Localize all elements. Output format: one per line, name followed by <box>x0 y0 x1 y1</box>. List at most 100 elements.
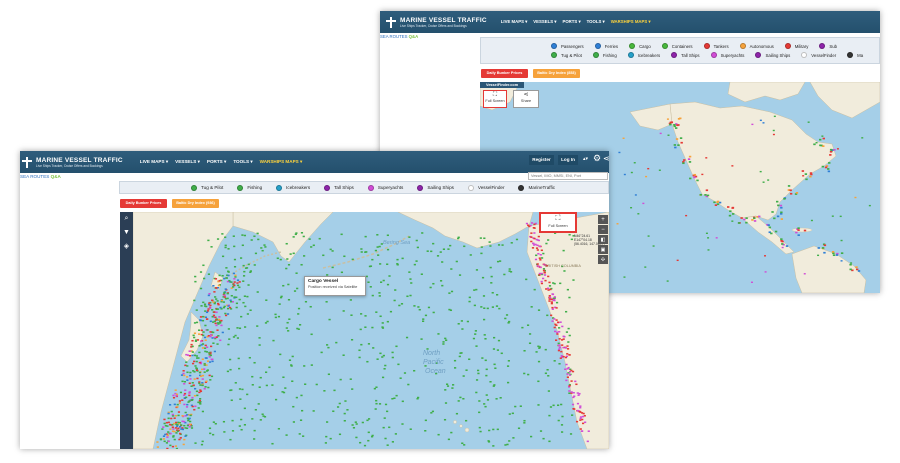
vessel-marker <box>198 333 201 335</box>
vessel-marker <box>224 297 228 300</box>
login-button[interactable]: Log In <box>558 155 578 165</box>
map-zoom-in-button[interactable]: + <box>598 215 608 224</box>
settings-icon[interactable]: ⚙ <box>593 153 601 164</box>
back-logo[interactable]: MARINE VESSEL TRAFFIC Live Ships Tracker… <box>386 16 487 28</box>
vessel-marker <box>376 234 379 236</box>
vessel-marker <box>367 431 370 434</box>
nav-tools[interactable]: TOOLS ▾ <box>587 19 605 25</box>
back-filter-containers[interactable]: Containers <box>661 43 693 49</box>
back-filter-passengers[interactable]: Passengers <box>551 43 584 49</box>
back-filter-tall-ships[interactable]: Tall Ships <box>671 52 700 58</box>
front-fullscreen-button[interactable]: ⛶ Full Screen <box>539 212 577 233</box>
share-icon[interactable]: ⋖ <box>603 154 609 163</box>
vessel-marker <box>696 179 699 182</box>
map-zoom-out-button[interactable]: − <box>598 225 608 234</box>
front-breadcrumb[interactable]: SEA ROUTES Q&A <box>20 174 61 179</box>
front-filter-vesselfinder[interactable]: VesselFinder <box>467 184 504 191</box>
front-filter-icebreakers[interactable]: Icebreakers <box>276 184 310 191</box>
vessel-marker <box>233 265 237 268</box>
vessel-marker <box>442 248 446 251</box>
vessel-marker <box>227 305 230 307</box>
back-filter-ma[interactable]: Ma <box>847 52 863 58</box>
vessel-marker <box>198 345 201 347</box>
vessel-marker <box>288 318 291 320</box>
vessel-marker <box>242 275 246 277</box>
vessel-marker <box>483 403 486 405</box>
vessel-marker <box>450 290 454 293</box>
back-filter-vesselfinder[interactable]: VesselFinder <box>801 52 836 58</box>
back-filter-ferries[interactable]: Ferries <box>594 43 618 49</box>
filter-label: Military <box>794 43 809 49</box>
vessel-marker <box>461 442 464 445</box>
nav-warships-maps[interactable]: WARSHIPS MAPS ▾ <box>611 19 651 25</box>
front-baltic-index-button[interactable]: Baltic Dry Index (936) <box>172 199 219 208</box>
nav-ports[interactable]: PORTS ▾ <box>207 159 226 165</box>
back-fullscreen-button[interactable]: ⛶ Full Screen <box>483 90 507 108</box>
ship-category-icon <box>627 52 634 58</box>
vessel-marker <box>213 302 216 305</box>
front-filter-sailing-ships[interactable]: Sailing Ships <box>417 184 454 191</box>
front-filter-tall-ships[interactable]: Tall Ships <box>324 184 354 191</box>
search-icon[interactable]: ⌕ <box>125 215 129 223</box>
nav-live-maps[interactable]: LIVE MAPS ▾ <box>501 19 528 25</box>
vessel-marker <box>773 217 776 220</box>
vessel-marker <box>156 446 159 448</box>
back-breadcrumb[interactable]: SEA ROUTES Q&A <box>380 34 418 39</box>
back-filter-cargo[interactable]: Cargo <box>629 43 651 49</box>
front-filter-superyachts[interactable]: Superyachts <box>367 184 403 191</box>
back-bunker-prices-button[interactable]: Daily Bunker Prices <box>481 69 528 78</box>
nav-vessels[interactable]: VESSELS ▾ <box>175 159 200 165</box>
vessel-marker <box>185 406 189 408</box>
vessel-marker <box>527 373 530 376</box>
vessel-marker <box>184 411 187 414</box>
back-filter-autonomous[interactable]: Autonomous <box>739 43 774 49</box>
front-map[interactable]: Bering Sea North Pacific Ocean BRITISH C… <box>133 212 609 449</box>
vessel-marker <box>420 338 423 340</box>
map-settings-button[interactable]: ✣ <box>598 255 608 264</box>
vessel-marker <box>358 349 361 352</box>
vessel-marker <box>479 430 482 433</box>
vessel-search-input[interactable] <box>528 172 608 180</box>
vessel-marker <box>548 440 551 443</box>
vessel-marker <box>507 360 510 362</box>
back-filter-tankers[interactable]: Tankers <box>703 43 729 49</box>
front-bunker-prices-button[interactable]: Daily Bunker Prices <box>120 199 167 208</box>
nav-vessels[interactable]: VESSELS ▾ <box>533 19 556 25</box>
front-logo[interactable]: MARINE VESSEL TRAFFIC Live Ships Tracker… <box>22 156 123 168</box>
back-filter-fishing[interactable]: Fishing <box>592 52 617 58</box>
back-filter-sailing-ships[interactable]: Sailing Ships <box>755 52 790 58</box>
back-filter-sub[interactable]: Sub <box>819 43 837 49</box>
front-filter-marinetraffic[interactable]: MarineTraffic <box>518 184 556 191</box>
back-filter-superyachts[interactable]: Superyachts <box>710 52 744 58</box>
breadcrumb-sea-routes[interactable]: SEA ROUTES <box>20 174 49 179</box>
language-icon[interactable]: ▴▾ <box>583 156 588 162</box>
vessel-marker <box>360 313 363 315</box>
vessel-marker <box>508 440 511 442</box>
nav-warships-maps[interactable]: WARSHIPS MAPS ▾ <box>260 159 303 165</box>
vessel-marker <box>201 315 205 318</box>
map-layers-button[interactable]: ◧ <box>598 235 608 244</box>
breadcrumb-qa[interactable]: Q&A <box>409 34 419 39</box>
back-logo-title: MARINE VESSEL TRAFFIC <box>400 16 487 24</box>
vessel-marker <box>484 359 487 362</box>
nav-tools[interactable]: TOOLS ▾ <box>233 159 252 165</box>
nav-live-maps[interactable]: LIVE MAPS ▾ <box>140 159 168 165</box>
vessel-marker <box>566 373 569 375</box>
nav-ports[interactable]: PORTS ▾ <box>562 19 580 25</box>
back-share-button[interactable]: ⋖ Share <box>513 90 539 108</box>
front-filter-tug-pilot[interactable]: Tug & Pilot <box>191 184 223 191</box>
register-button[interactable]: Register <box>529 155 554 165</box>
layers-icon[interactable]: ◈ <box>124 242 129 250</box>
vessel-marker <box>219 306 222 309</box>
back-baltic-index-button[interactable]: Baltic Dry Index (853) <box>533 69 580 78</box>
back-filter-military[interactable]: Military <box>784 43 809 49</box>
map-fullscreen-toggle[interactable]: ▣ <box>598 245 608 254</box>
front-filter-fishing[interactable]: Fishing <box>237 184 262 191</box>
filter-icon[interactable]: ▼ <box>123 229 130 236</box>
filter-label: MarineTraffic <box>528 185 556 190</box>
back-filter-icebreakers[interactable]: Icebreakers <box>627 52 660 58</box>
vessel-marker <box>582 412 585 415</box>
breadcrumb-qa[interactable]: Q&A <box>51 174 61 179</box>
back-filter-tug-pilot[interactable]: Tug & Pilot <box>551 52 582 58</box>
breadcrumb-sea-routes[interactable]: SEA ROUTES <box>380 34 407 39</box>
